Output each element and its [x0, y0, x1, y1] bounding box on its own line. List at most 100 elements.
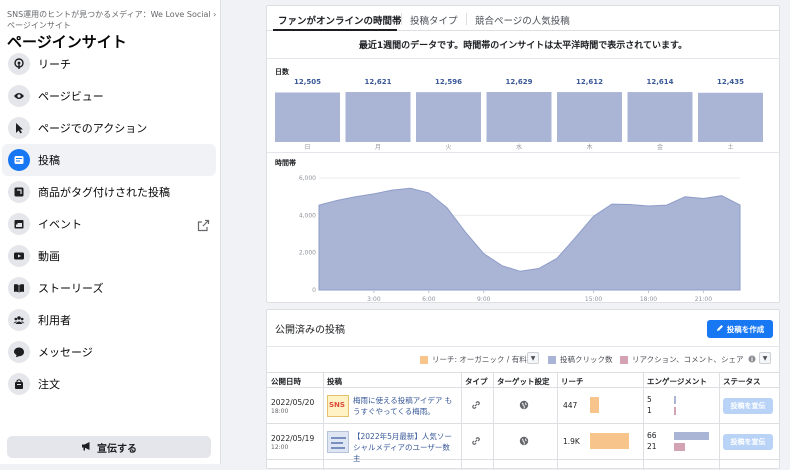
day-bar: [557, 92, 622, 142]
sidebar-item-label: ストーリーズ: [38, 282, 104, 295]
col-status[interactable]: ステータス: [723, 376, 761, 387]
sidebar-item-actions[interactable]: ページでのアクション: [2, 112, 216, 144]
reach-bar: [590, 397, 599, 413]
people-icon: [8, 309, 30, 331]
table-row[interactable]: 2022/05/20 18:00 SNS 梅雨に使える投稿アイデア もうすぐやっ…: [267, 388, 779, 424]
external-link-icon[interactable]: [197, 217, 210, 236]
info-icon[interactable]: [748, 355, 756, 365]
active-tab-indicator: [273, 29, 397, 31]
col-reach[interactable]: リーチ: [561, 376, 584, 387]
day-category-label: 火: [445, 144, 451, 150]
reach-metric-dropdown[interactable]: ▼: [527, 352, 539, 364]
reaction-bar: [674, 443, 685, 451]
sidebar-item-label: 商品がタグ付けされた投稿: [38, 186, 170, 199]
post-thumbnail[interactable]: [327, 431, 349, 453]
promote-button[interactable]: 宣伝する: [7, 436, 211, 458]
divider: [267, 346, 779, 347]
boost-post-button[interactable]: 投稿を宣伝: [723, 398, 773, 414]
breadcrumb[interactable]: SNS運用のヒントが見つかるメディア：We Love Social › ページイ…: [7, 9, 217, 31]
post-thumbnail[interactable]: SNS: [327, 395, 349, 417]
sidebar-item-video[interactable]: 動画: [2, 240, 216, 272]
sidebar-item-orders[interactable]: 注文: [2, 368, 216, 400]
sidebar-item-messages[interactable]: メッセージ: [2, 336, 216, 368]
calendar-icon: [8, 213, 30, 235]
sidebar-item-label: イベント: [38, 218, 82, 231]
sidebar-item-people[interactable]: 利用者: [2, 304, 216, 336]
post-time: 12:00: [271, 444, 289, 451]
day-bar: [627, 92, 693, 142]
engagement-metric-dropdown[interactable]: ▼: [759, 352, 771, 364]
x-tick-label: 6:00: [422, 296, 436, 303]
x-tick-label: 18:00: [640, 296, 657, 303]
create-post-button[interactable]: 投稿を作成: [707, 320, 773, 338]
reaction-bar: [674, 407, 676, 415]
sidebar-item-label: 動画: [38, 250, 60, 263]
legend-reactions: リアクション、コメント、シェア: [620, 354, 756, 365]
legend-label: リーチ: オーガニック / 有料: [432, 355, 527, 364]
sidebar-item-stories[interactable]: ストーリーズ: [2, 272, 216, 304]
day-value-label: 12,596: [435, 78, 462, 86]
tab-competitor-posts[interactable]: 競合ページの人気投稿: [475, 13, 570, 27]
post-text[interactable]: 【2022年5月最新】人気ソーシャルメディアのユーザー数 主: [353, 431, 457, 464]
promote-label: 宣伝する: [97, 443, 137, 455]
day-category-label: 金: [657, 143, 663, 150]
post-text[interactable]: 梅雨に使える投稿アイデア もうすぐやってくる梅雨。: [353, 395, 457, 417]
day-bar: [416, 92, 481, 142]
posts-section-title: 公開済みの投稿: [275, 325, 345, 336]
y-tick-label: 6,000: [299, 175, 316, 182]
sidebar-item-label: ページでのアクション: [38, 122, 148, 135]
legend-clicks: 投稿クリック数: [548, 354, 613, 365]
eye-icon: [8, 85, 30, 107]
sidebar-item-reach[interactable]: リーチ: [2, 48, 216, 80]
post-date: 2022/05/20: [271, 398, 315, 407]
day-category-label: 土: [727, 143, 733, 150]
day-category-label: 水: [516, 143, 522, 150]
x-tick-label: 15:00: [585, 296, 602, 303]
day-bar: [698, 92, 763, 142]
y-tick-label: 0: [312, 287, 316, 294]
day-value-label: 12,629: [505, 78, 532, 86]
day-value-label: 12,621: [364, 78, 391, 86]
legend-label: 投稿クリック数: [560, 355, 613, 364]
click-count: 5: [647, 395, 652, 404]
legend-reach: リーチ: オーガニック / 有料: [420, 354, 527, 365]
tab-post-types[interactable]: 投稿タイプ: [410, 13, 458, 27]
published-posts-card: 公開済みの投稿 投稿を作成 リーチ: オーガニック / 有料 ▼ 投稿クリック数…: [266, 309, 780, 470]
reach-icon: [8, 53, 30, 75]
audience-online-card: ファンがオンラインの時間帯 投稿タイプ 競合ページの人気投稿 最近1週間のデータ…: [266, 5, 780, 303]
boost-post-button[interactable]: 投稿を宣伝: [723, 434, 773, 450]
tab-fans-online[interactable]: ファンがオンラインの時間帯: [278, 13, 402, 27]
col-post[interactable]: 投稿: [327, 376, 342, 387]
col-type[interactable]: タイプ: [465, 376, 488, 387]
day-value-label: 12,505: [294, 78, 321, 86]
sidebar-item-label: リーチ: [38, 58, 71, 71]
days-bar-chart: 12,505 日 12,621 月 12,596 火 12,629 水 12,612 木 12,61…: [275, 78, 763, 150]
sidebar-item-posts[interactable]: 投稿: [2, 144, 216, 176]
hours-area-chart: 0 2,000 4,000 6,000 3:00 6:00 9:00 15:00 18:00 21…: [299, 175, 741, 303]
y-tick-label: 2,000: [299, 250, 316, 257]
legend-label: リアクション、コメント、シェア: [632, 355, 744, 364]
sidebar-item-tagged-products[interactable]: 商品がタグ付けされた投稿: [2, 176, 216, 208]
sidebar-item-events[interactable]: イベント: [2, 208, 216, 240]
sidebar-item-label: 投稿: [38, 154, 60, 167]
y-tick-label: 4,000: [299, 212, 316, 219]
message-icon: [8, 341, 30, 363]
day-value-label: 12,612: [576, 78, 603, 86]
legend-swatch: [420, 355, 428, 364]
reach-value: 447: [563, 401, 578, 410]
click-bar: [674, 432, 709, 440]
col-targeting[interactable]: ターゲット設定: [497, 376, 550, 387]
col-date[interactable]: 公開日時: [271, 376, 301, 387]
day-bar: [275, 92, 340, 142]
x-tick-label: 21:00: [695, 296, 712, 303]
cursor-icon: [8, 117, 30, 139]
col-engagement[interactable]: エンゲージメント: [647, 376, 707, 387]
table-row[interactable]: 2022/05/19 12:00 【2022年5月最新】人気ソーシャルメディアの…: [267, 424, 779, 463]
posts-table-header: 公開日時 投稿 タイプ ターゲット設定 リーチ エンゲージメント ステータス: [267, 372, 779, 388]
bag-icon: [8, 373, 30, 395]
legend-swatch: [620, 355, 628, 364]
sidebar-item-pageviews[interactable]: ページビュー: [2, 80, 216, 112]
reaction-count: 1: [647, 406, 652, 415]
x-tick-label: 3:00: [367, 296, 381, 303]
divider: [267, 152, 779, 153]
